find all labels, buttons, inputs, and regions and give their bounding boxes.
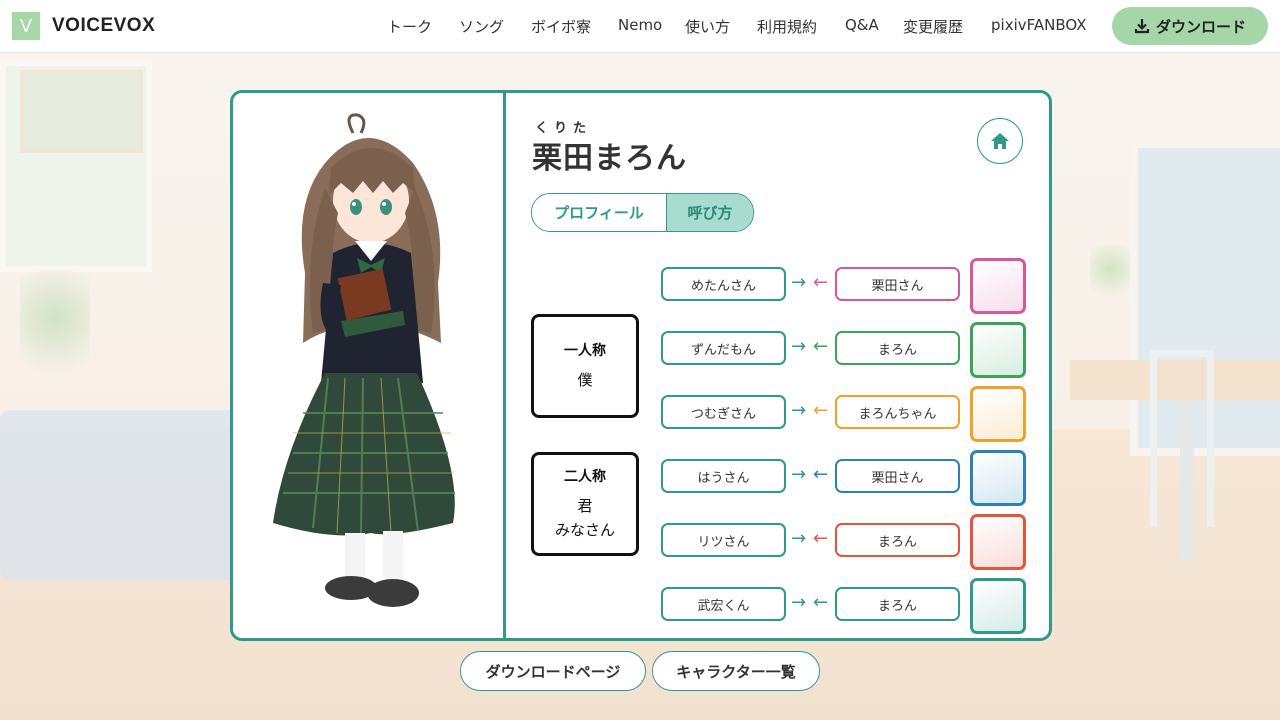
download-button[interactable]: ダウンロード (1112, 7, 1268, 45)
site-logo-text[interactable]: VOICEVOX (52, 15, 155, 37)
arrow-left-icon: ← (813, 272, 829, 293)
character-info-panel: くりた 栗田まろん プロフィール 呼び方 一人称 僕 二人称 君 みなさん めた… (506, 93, 1049, 638)
arrow-left-icon: ← (813, 400, 829, 421)
home-button[interactable] (977, 118, 1023, 164)
character-list-button[interactable]: キャラクター一覧 (652, 651, 820, 691)
arrow-left-icon: ← (813, 528, 829, 549)
character-card: くりた 栗田まろん プロフィール 呼び方 一人称 僕 二人称 君 みなさん めた… (230, 90, 1052, 641)
first-person-title: 一人称 (564, 343, 606, 359)
nav-terms[interactable]: 利用規約 (757, 16, 817, 37)
nav-pixiv-fanbox[interactable]: pixivFANBOX (991, 16, 1087, 34)
called-by-label: 栗田さん (835, 267, 960, 301)
calls-other-label: はうさん (661, 459, 786, 493)
character-thumbnail[interactable] (970, 386, 1026, 442)
character-thumbnail[interactable] (970, 450, 1026, 506)
download-button-label: ダウンロード (1155, 17, 1246, 36)
arrow-right-icon: → (791, 464, 807, 485)
arrow-right-icon: → (791, 272, 807, 293)
nav-nemo[interactable]: Nemo (618, 16, 662, 34)
download-icon (1134, 19, 1150, 34)
relation-row: めたんさん → ← 栗田さん (661, 258, 1026, 314)
called-by-label: まろん (835, 523, 960, 557)
arrow-right-icon: → (791, 528, 807, 549)
logo-icon[interactable]: V (12, 12, 40, 40)
tab-profile[interactable]: プロフィール (532, 194, 667, 231)
relation-row: つむぎさん → ← まろんちゃん (661, 386, 1026, 442)
character-thumbnail[interactable] (970, 258, 1026, 314)
calls-other-label: つむぎさん (661, 395, 786, 429)
nav-usage[interactable]: 使い方 (685, 16, 730, 37)
character-thumbnail[interactable] (970, 578, 1026, 634)
calls-other-label: リツさん (661, 523, 786, 557)
called-by-label: 栗田さん (835, 459, 960, 493)
download-page-button[interactable]: ダウンロードページ (460, 651, 646, 691)
calls-other-label: 武宏くん (661, 587, 786, 621)
called-by-label: まろん (835, 331, 960, 365)
first-person-value: 僕 (577, 371, 593, 389)
arrow-left-icon: ← (813, 592, 829, 613)
character-illustration (273, 113, 455, 607)
arrow-left-icon: ← (813, 464, 829, 485)
site-header: V VOICEVOX トーク ソング ボイボ寮 Nemo 使い方 利用規約 Q&… (0, 0, 1280, 53)
relation-row: リツさん → ← まろん (661, 514, 1026, 570)
character-thumbnail[interactable] (970, 514, 1026, 570)
second-person-value: みなさん (554, 521, 615, 539)
nav-qa[interactable]: Q&A (845, 16, 879, 34)
arrow-right-icon: → (791, 400, 807, 421)
called-by-label: まろんちゃん (835, 395, 960, 429)
nav-song[interactable]: ソング (459, 16, 504, 37)
arrow-left-icon: ← (813, 336, 829, 357)
home-icon (991, 133, 1009, 149)
relation-row: 武宏くん → ← まろん (661, 578, 1026, 634)
arrow-right-icon: → (791, 592, 807, 613)
character-portrait (233, 93, 506, 638)
nav-changelog[interactable]: 変更履歴 (903, 16, 963, 37)
relation-row: ずんだもん → ← まろん (661, 322, 1026, 378)
character-thumbnail[interactable] (970, 322, 1026, 378)
first-person-box: 一人称 僕 (531, 314, 639, 418)
relation-row: はうさん → ← 栗田さん (661, 450, 1026, 506)
character-name: 栗田まろん (532, 141, 687, 176)
second-person-value: 君 (577, 497, 593, 515)
second-person-box: 二人称 君 みなさん (531, 452, 639, 556)
nav-talk[interactable]: トーク (387, 16, 432, 37)
calls-other-label: めたんさん (661, 267, 786, 301)
calls-other-label: ずんだもん (661, 331, 786, 365)
arrow-right-icon: → (791, 336, 807, 357)
called-by-label: まろん (835, 587, 960, 621)
nav-voivo-dorm[interactable]: ボイボ寮 (531, 16, 591, 37)
info-tabs: プロフィール 呼び方 (531, 193, 754, 232)
tab-yobikata[interactable]: 呼び方 (667, 194, 753, 231)
second-person-title: 二人称 (564, 469, 606, 485)
